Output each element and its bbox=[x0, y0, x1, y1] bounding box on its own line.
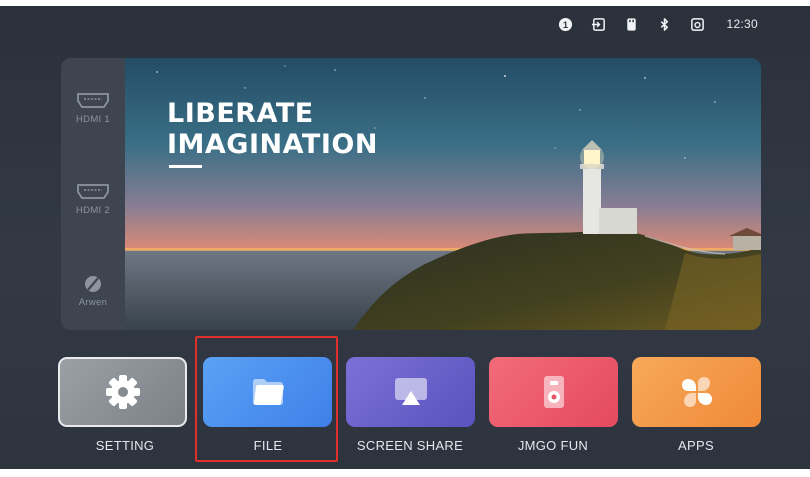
hero-banner[interactable]: LIBERATE IMAGINATION bbox=[125, 58, 761, 330]
focus-highlight bbox=[195, 336, 338, 462]
app-tile-screen-share[interactable] bbox=[346, 357, 475, 427]
source-label: Arwen bbox=[78, 297, 108, 308]
app-tile-apps[interactable] bbox=[632, 357, 761, 427]
app-label-apps: APPS bbox=[678, 438, 714, 453]
source-item-hdmi-2[interactable]: HDMI 2 bbox=[61, 182, 125, 216]
status-bar: 1 12:30 bbox=[557, 15, 758, 33]
app-label-setting: SETTING bbox=[95, 438, 155, 453]
arwen-logo-icon bbox=[85, 276, 101, 292]
banner-title-underline bbox=[169, 165, 202, 168]
bluetooth-icon[interactable] bbox=[656, 16, 672, 32]
notification-badge-icon[interactable]: 1 bbox=[557, 16, 573, 32]
tv-home-screen: 1 12:30 HDMI 1 HDMI 2 Arwen LIBERATE IMA… bbox=[0, 6, 810, 469]
source-item-arwen[interactable]: Arwen bbox=[61, 274, 125, 308]
notification-count: 1 bbox=[563, 19, 568, 29]
input-source-panel: HDMI 1 HDMI 2 Arwen bbox=[61, 58, 131, 330]
gear-icon bbox=[105, 375, 140, 409]
speaker-icon bbox=[543, 376, 564, 408]
four-petal-apps-icon bbox=[681, 377, 712, 407]
source-label: HDMI 2 bbox=[76, 205, 110, 216]
source-item-hdmi-1[interactable]: HDMI 1 bbox=[61, 91, 125, 125]
input-source-icon[interactable] bbox=[590, 16, 606, 32]
source-label: HDMI 1 bbox=[76, 114, 110, 125]
usb-storage-icon[interactable] bbox=[623, 16, 639, 32]
app-tile-jmgo-fun[interactable] bbox=[489, 357, 618, 427]
screen-capture-icon[interactable] bbox=[689, 16, 705, 32]
banner-title-line-2: IMAGINATION bbox=[167, 129, 378, 160]
hdmi-port-icon bbox=[77, 184, 109, 199]
screen-share-icon bbox=[394, 378, 427, 405]
app-tile-setting[interactable] bbox=[58, 357, 187, 427]
app-label-screen-share: SCREEN SHARE bbox=[356, 438, 464, 453]
banner-title-line-1: LIBERATE bbox=[167, 98, 314, 129]
hdmi-port-icon bbox=[77, 93, 109, 108]
clock: 12:30 bbox=[726, 17, 758, 31]
app-label-jmgo-fun: JMGO FUN bbox=[517, 438, 589, 453]
banner-title: LIBERATE IMAGINATION bbox=[167, 98, 378, 160]
